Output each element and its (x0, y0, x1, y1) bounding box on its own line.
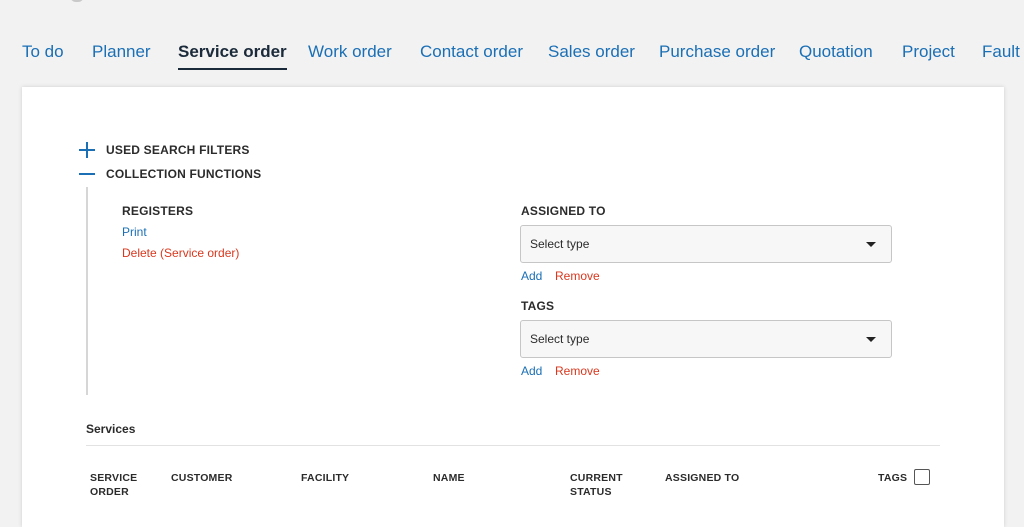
column-header-name[interactable]: NAME (433, 471, 465, 485)
column-header-line: TAGS (878, 472, 908, 484)
assigned-to-remove-link[interactable]: Remove (555, 269, 600, 283)
tab-contact-order[interactable]: Contact order (420, 42, 523, 62)
print-link[interactable]: Print (122, 225, 147, 239)
column-header-line: CUSTOMER (171, 472, 233, 484)
tab-project[interactable]: Project (902, 42, 955, 62)
column-header-line: ASSIGNED TO (665, 472, 740, 484)
select-all-checkbox[interactable] (914, 469, 930, 485)
assigned-to-select[interactable]: Select type (520, 225, 892, 263)
tab-sales-order[interactable]: Sales order (548, 42, 635, 62)
tab-quotation[interactable]: Quotation (799, 42, 873, 62)
tags-select[interactable]: Select type (520, 320, 892, 358)
module-tabs: To do Planner Service order Work order C… (0, 38, 1024, 70)
services-divider (86, 445, 940, 446)
column-header-line: NAME (433, 472, 465, 484)
tags-heading: TAGS (521, 299, 555, 313)
collection-functions-divider (86, 187, 88, 395)
column-header-customer[interactable]: CUSTOMER (171, 471, 233, 485)
assigned-to-add-link[interactable]: Add (521, 269, 542, 283)
collection-functions-label: COLLECTION FUNCTIONS (106, 167, 262, 181)
registers-heading: REGISTERS (122, 204, 194, 218)
column-header-line: STATUS (570, 486, 612, 498)
used-search-filters-label: USED SEARCH FILTERS (106, 143, 250, 157)
used-search-filters-toggle[interactable]: USED SEARCH FILTERS (79, 141, 250, 159)
column-header-line: CURRENT (570, 472, 623, 484)
scroll-indicator (70, 0, 84, 2)
main-card: USED SEARCH FILTERS COLLECTION FUNCTIONS… (22, 87, 1004, 527)
chevron-down-icon (866, 337, 876, 342)
tab-planner[interactable]: Planner (92, 42, 151, 62)
tags-select-value: Select type (530, 332, 590, 346)
column-header-line: FACILITY (301, 472, 350, 484)
tab-fault-report[interactable]: Fault r (982, 42, 1024, 62)
collection-functions-toggle[interactable]: COLLECTION FUNCTIONS (79, 165, 261, 183)
column-header-service-order[interactable]: SERVICE ORDER (90, 471, 137, 499)
assigned-to-heading: ASSIGNED TO (521, 204, 606, 218)
tab-purchase-order[interactable]: Purchase order (659, 42, 775, 62)
column-header-assigned-to[interactable]: ASSIGNED TO (665, 471, 739, 485)
plus-icon (79, 142, 95, 158)
top-strip (0, 0, 1024, 8)
tab-work-order[interactable]: Work order (308, 42, 392, 62)
assigned-to-select-value: Select type (530, 237, 590, 251)
chevron-down-icon (866, 242, 876, 247)
column-header-facility[interactable]: FACILITY (301, 471, 349, 485)
tags-add-link[interactable]: Add (521, 364, 542, 378)
column-header-line: ORDER (90, 486, 129, 498)
column-header-tags[interactable]: TAGS (878, 471, 907, 485)
tags-remove-link[interactable]: Remove (555, 364, 600, 378)
column-header-current-status[interactable]: CURRENT STATUS (570, 471, 623, 499)
delete-service-order-link[interactable]: Delete (Service order) (122, 246, 239, 260)
services-title: Services (86, 422, 136, 436)
column-header-line: SERVICE (90, 472, 138, 484)
minus-icon (79, 166, 95, 182)
tab-service-order[interactable]: Service order (178, 42, 287, 70)
tab-to-do[interactable]: To do (22, 42, 64, 62)
